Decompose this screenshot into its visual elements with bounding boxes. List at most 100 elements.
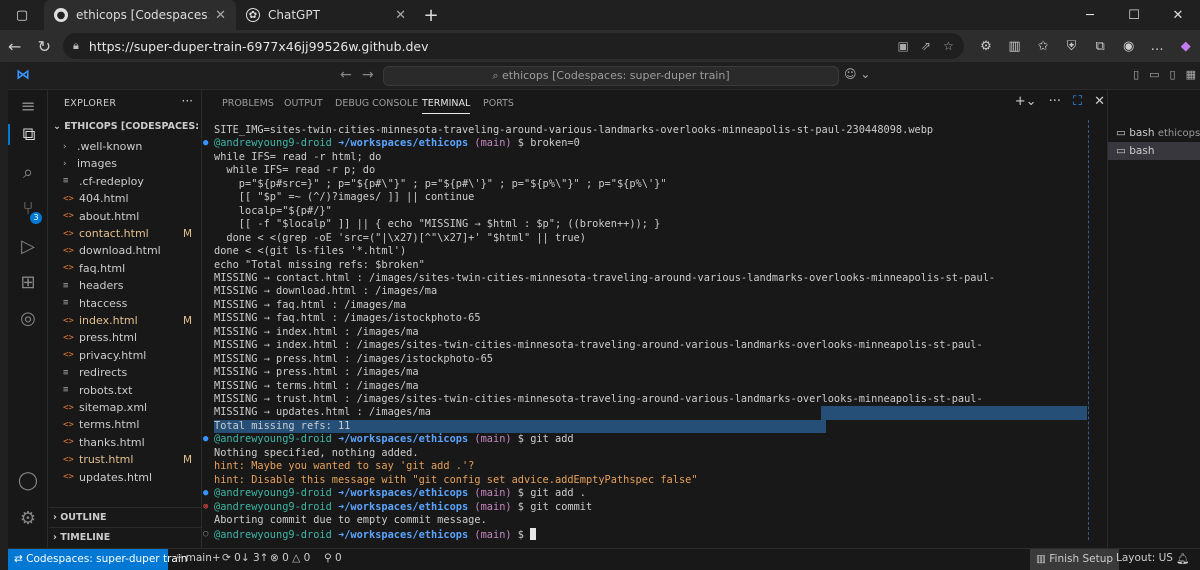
browser-essentials-icon[interactable]: ⛨	[1057, 39, 1086, 54]
new-tab-icon[interactable]: +	[416, 5, 446, 26]
file-tree-item[interactable]: <> updates.html	[49, 469, 202, 486]
finish-setup-button[interactable]: ▥ Finish Setup	[1030, 549, 1120, 570]
window-close-icon[interactable]: ✕	[1156, 0, 1200, 30]
file-tree-item[interactable]: ≡ .cf-redeploy	[49, 173, 202, 190]
source-control-icon[interactable]: ⑂	[8, 198, 48, 219]
tab-actions-icon[interactable]: ▢	[0, 0, 44, 30]
toggle-panel-icon[interactable]: ▭	[1149, 68, 1159, 81]
favorite-star-icon[interactable]: ☆	[943, 39, 954, 53]
menu-icon[interactable]: ≡	[8, 96, 48, 117]
terminal-output[interactable]: SITE_IMG=sites-twin-cities-minnesota-tra…	[203, 124, 1098, 544]
settings-gear-icon[interactable]: ⚙	[8, 508, 48, 529]
explorer-icon[interactable]: ⧉	[8, 124, 48, 145]
search-icon[interactable]: ⌕	[8, 162, 48, 183]
new-terminal-icon[interactable]: +⌄	[1015, 94, 1037, 109]
ports-status[interactable]: ⚲ 0	[324, 552, 342, 564]
file-tree-item[interactable]: ≡ robots.txt	[49, 382, 202, 399]
copilot-menu-icon[interactable]: ☺ ⌄	[844, 67, 870, 81]
extensions-icon[interactable]: ⚙	[972, 39, 1001, 54]
close-panel-icon[interactable]: ✕	[1094, 94, 1105, 109]
prompt-cmd: $	[517, 528, 531, 541]
close-icon[interactable]: ✕	[215, 8, 226, 23]
file-name: redirects	[79, 366, 128, 380]
split-screen-icon[interactable]: ▥	[1000, 39, 1029, 54]
url-field[interactable]: 🔒︎ https://super-duper-train-6977x46jj99…	[63, 33, 964, 59]
github-icon[interactable]: ◎	[8, 308, 48, 329]
minimize-icon[interactable]: ─	[1068, 0, 1112, 30]
branch-status[interactable]: ⑂ main+	[176, 552, 221, 564]
run-debug-icon[interactable]: ▷	[8, 236, 48, 257]
file-tree-item[interactable]: <> 404.html	[49, 190, 202, 207]
problems-status[interactable]: ⊗ 0 △ 0	[270, 552, 310, 564]
command-decoration-icon[interactable]: ●	[203, 487, 208, 501]
outline-section[interactable]: › OUTLINE	[49, 507, 202, 527]
file-tree-item[interactable]: <> index.html M	[49, 312, 202, 329]
maximize-panel-icon[interactable]: ⛶	[1073, 94, 1082, 109]
close-icon[interactable]: ✕	[395, 8, 406, 23]
notifications-bell-icon[interactable]: 🔔︎	[1176, 552, 1189, 565]
terminal-hint-text: hint: Maybe you wanted to say 'git add .…	[214, 460, 475, 473]
terminal-scrollbar[interactable]	[1088, 120, 1092, 540]
collections-icon[interactable]: ⧉	[1086, 39, 1115, 54]
forward-arrow-icon[interactable]: →	[362, 67, 374, 83]
tab-ports[interactable]: PORTS	[483, 98, 514, 109]
remote-indicator[interactable]: ⇄ Codespaces: super-duper train	[8, 549, 187, 570]
browser-tab-chatgpt[interactable]: ✿ ChatGPT ✕	[236, 0, 416, 30]
file-tree-item[interactable]: › images	[49, 155, 202, 172]
file-tree-item[interactable]: <> contact.html M	[49, 225, 202, 242]
vscode-logo-icon[interactable]: ⋈	[16, 67, 34, 85]
tab-output[interactable]: OUTPUT	[284, 98, 323, 109]
toggle-secondary-sidebar-icon[interactable]: ▯	[1170, 68, 1176, 81]
more-icon[interactable]: ···	[1049, 94, 1061, 109]
favorites-icon[interactable]: ✩	[1029, 39, 1058, 54]
error-count: 0	[282, 552, 289, 564]
terminal-prompt: @andrewyoung9-droid ➜/workspaces/ethicop…	[214, 501, 592, 515]
file-tree-item[interactable]: <> press.html	[49, 329, 202, 346]
toggle-sidebar-icon[interactable]: ▯	[1133, 68, 1139, 81]
tab-problems[interactable]: PROBLEMS	[222, 98, 274, 109]
command-decoration-icon[interactable]: ●	[203, 433, 208, 447]
file-tree-item[interactable]: ≡ headers	[49, 277, 202, 294]
file-tree-item[interactable]: <> about.html	[49, 208, 202, 225]
panel-actions: +⌄ ··· ⛶ ✕	[1015, 94, 1105, 109]
back-icon[interactable]: ←	[0, 37, 30, 56]
open-external-icon[interactable]: ⇗	[921, 39, 931, 53]
tab-terminal[interactable]: TERMINAL	[422, 98, 471, 114]
file-tree-item[interactable]: <> faq.html	[49, 260, 202, 277]
command-decoration-icon[interactable]: ⊗	[203, 501, 208, 515]
file-name: about.html	[79, 209, 140, 223]
refresh-icon[interactable]: ↻	[30, 37, 60, 56]
file-tree-item[interactable]: <> download.html	[49, 242, 202, 259]
copilot-icon[interactable]: ◆	[1171, 39, 1200, 54]
workspace-root[interactable]: ⌄ ETHICOPS [CODESPACES: SUP...	[49, 121, 202, 137]
file-tree-item[interactable]: <> privacy.html	[49, 347, 202, 364]
customize-layout-icon[interactable]: ▦	[1186, 68, 1196, 81]
timeline-section[interactable]: › TIMELINE	[49, 527, 202, 547]
more-icon[interactable]: …	[1143, 39, 1172, 54]
sync-status[interactable]: ⟳ 0↓ 3↑	[222, 552, 268, 564]
command-decoration-icon[interactable]: ●	[203, 137, 208, 151]
more-actions-icon[interactable]: ···	[182, 94, 193, 108]
terminal-list-item[interactable]: ▭ bash	[1108, 142, 1200, 160]
app-available-icon[interactable]: ▣	[898, 39, 909, 53]
terminal-list-item[interactable]: ▭ bash ethicops	[1108, 124, 1200, 142]
command-decoration-icon[interactable]: ○	[203, 528, 208, 542]
extensions-icon[interactable]: ⊞	[8, 272, 48, 293]
browser-tab-active[interactable]: ● ethicops [Codespaces: super-dupe ✕	[44, 0, 236, 30]
file-tree-item[interactable]: ≡ redirects	[49, 364, 202, 381]
file-tree-item[interactable]: <> thanks.html	[49, 434, 202, 451]
command-center[interactable]: ⌕ ethicops [Codespaces: super-duper trai…	[383, 66, 839, 86]
tab-debug-console[interactable]: DEBUG CONSOLE	[335, 98, 418, 109]
back-arrow-icon[interactable]: ←	[340, 67, 352, 83]
keyboard-layout[interactable]: Layout: US	[1116, 552, 1173, 564]
profile-avatar-icon[interactable]: ◉	[1114, 39, 1143, 54]
panel-tabs: PROBLEMS OUTPUT DEBUG CONSOLE TERMINAL P…	[203, 90, 1200, 116]
file-tree-item[interactable]: ≡ htaccess	[49, 295, 202, 312]
maximize-icon[interactable]: ☐	[1112, 0, 1156, 30]
accounts-icon[interactable]: ◯	[8, 470, 48, 491]
file-tree-item[interactable]: <> trust.html M	[49, 451, 202, 468]
file-icon: ≡	[63, 176, 69, 187]
file-tree-item[interactable]: <> terms.html	[49, 416, 202, 433]
file-tree-item[interactable]: <> sitemap.xml	[49, 399, 202, 416]
file-tree-item[interactable]: › .well-known	[49, 138, 202, 155]
